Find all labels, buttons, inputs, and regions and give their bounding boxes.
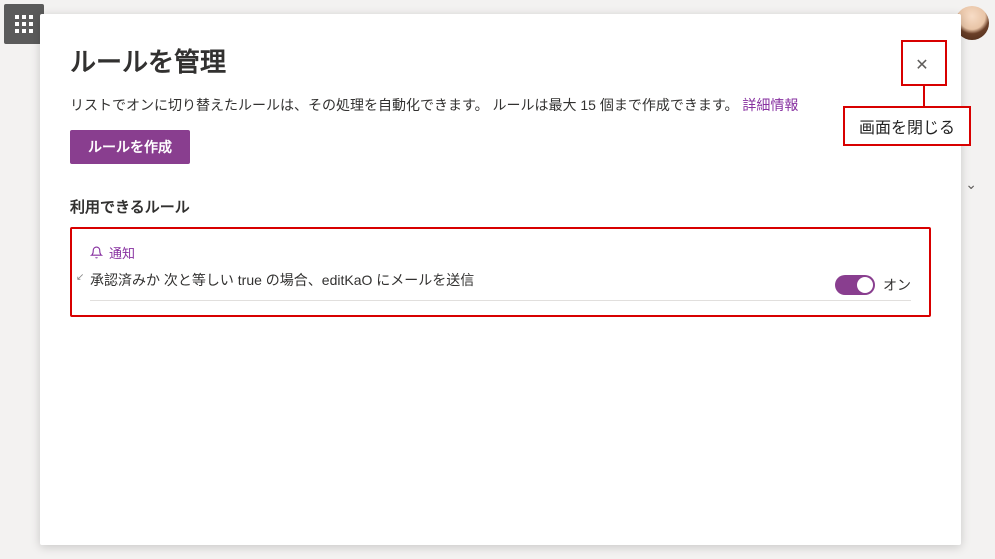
available-rules-heading: 利用できるルール [70,196,931,217]
detail-info-link[interactable]: 詳細情報 [742,97,798,113]
manage-rules-panel: ✕ 画面を閉じる ルールを管理 リストでオンに切り替えたルールは、その処理を自動… [40,14,961,545]
rule-description: 承認済みか 次と等しい true の場合、editKaO にメールを送信 [90,270,474,290]
panel-description: リストでオンに切り替えたルールは、その処理を自動化できます。 ルールは最大 15… [70,95,931,116]
bell-icon [90,246,103,259]
rule-card[interactable]: 通知 承認済みか 次と等しい true の場合、editKaO にメールを送信 … [70,227,931,317]
toggle-state-label: オン [883,275,911,295]
rule-type-label: 通知 [109,243,135,262]
rule-divider [90,300,911,301]
panel-title: ルールを管理 [70,42,931,79]
toggle-knob [857,277,873,293]
chevron-down-icon: ⌄ [965,176,977,193]
app-launcher-button[interactable] [4,4,44,44]
close-button[interactable]: ✕ [905,48,939,82]
rule-type-row: 通知 [90,243,911,262]
annotation-connector [923,86,925,108]
rule-toggle[interactable] [835,275,875,295]
annotation-close-caption: 画面を閉じる [843,106,971,146]
close-icon: ✕ [915,55,928,75]
rule-toggle-group: オン [835,275,911,295]
create-rule-button[interactable]: ルールを作成 [70,130,190,164]
waffle-icon [15,15,33,33]
